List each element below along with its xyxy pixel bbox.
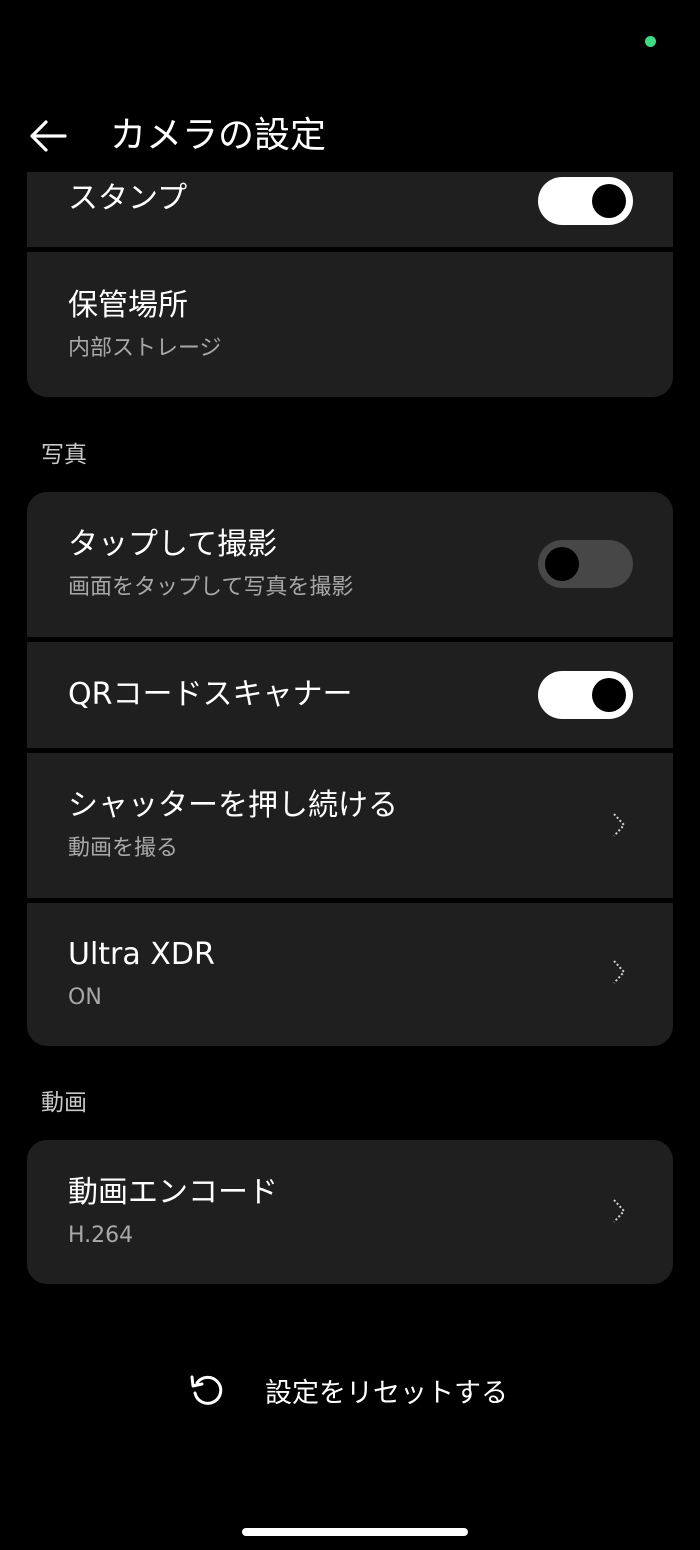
- back-button[interactable]: [22, 110, 74, 162]
- row-title: 動画エンコード: [68, 1175, 278, 1210]
- settings-row-ultra-xdr[interactable]: Ultra XDR ON: [27, 903, 673, 1046]
- row-subtitle: 画面をタップして写真を撮影: [68, 575, 354, 600]
- top-app-bar: カメラの設定: [0, 100, 700, 172]
- row-title: シャッターを押し続ける: [68, 788, 398, 823]
- status-indicator-dot: [645, 36, 656, 47]
- reset-settings-button[interactable]: 設定をリセットする: [185, 1362, 525, 1418]
- settings-row-storage[interactable]: 保管場所 内部ストレージ: [27, 252, 673, 397]
- row-value: ON: [68, 985, 102, 1010]
- settings-scroll-area[interactable]: スタンプ 保管場所 内部ストレージ 写真 タップして撮影 画面をタップして写真を…: [0, 172, 700, 1492]
- stamp-toggle[interactable]: [538, 177, 633, 225]
- toggle-knob: [592, 678, 626, 712]
- row-title: 保管場所: [68, 288, 188, 323]
- section-header-photo: 写真: [41, 442, 87, 468]
- toggle-knob: [592, 184, 626, 218]
- chevron-right-icon: [613, 1199, 626, 1223]
- settings-row-tap-to-shoot[interactable]: タップして撮影 画面をタップして写真を撮影: [27, 492, 673, 637]
- reset-settings-label: 設定をリセットする: [265, 1377, 508, 1409]
- home-indicator[interactable]: [242, 1528, 468, 1536]
- arrow-left-icon: [30, 120, 67, 152]
- settings-row-stamp[interactable]: スタンプ: [27, 172, 673, 247]
- toggle-knob: [545, 547, 579, 581]
- row-value: 動画を撮る: [68, 836, 179, 861]
- row-title: QRコードスキャナー: [68, 677, 353, 712]
- section-header-video: 動画: [41, 1090, 87, 1116]
- row-value: H.264: [68, 1223, 134, 1248]
- row-value: 内部ストレージ: [68, 336, 222, 361]
- qr-scanner-toggle[interactable]: [538, 671, 633, 719]
- settings-row-qr-scanner[interactable]: QRコードスキャナー: [27, 642, 673, 748]
- chevron-right-icon: [613, 960, 626, 984]
- settings-row-hold-shutter[interactable]: シャッターを押し続ける 動画を撮る: [27, 753, 673, 898]
- page-title: カメラの設定: [110, 115, 327, 156]
- tap-to-shoot-toggle[interactable]: [538, 540, 633, 588]
- row-title: タップして撮影: [68, 527, 278, 562]
- chevron-right-icon: [613, 813, 626, 837]
- row-title: スタンプ: [68, 181, 188, 216]
- reset-icon: [185, 1368, 229, 1412]
- row-title: Ultra XDR: [68, 937, 215, 972]
- settings-row-video-encode[interactable]: 動画エンコード H.264: [27, 1140, 673, 1284]
